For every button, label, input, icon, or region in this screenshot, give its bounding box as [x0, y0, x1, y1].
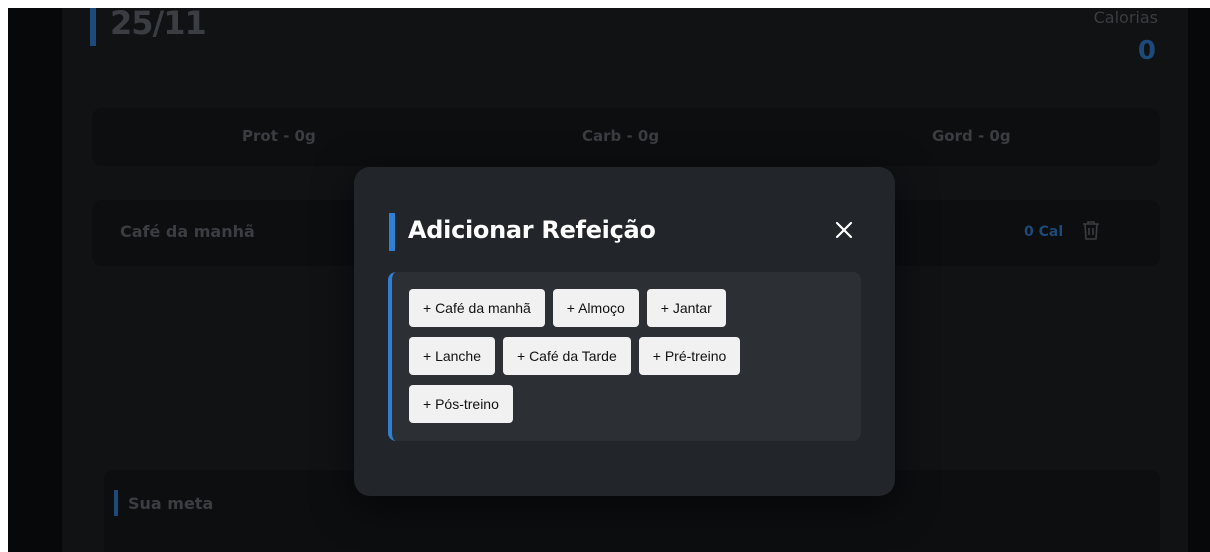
- add-pre-workout-button[interactable]: + Pré-treino: [638, 337, 741, 375]
- add-breakfast-button[interactable]: + Café da manhã: [409, 289, 545, 327]
- meal-options-list: + Café da manhã + Almoço + Jantar + Lanche…: [409, 289, 849, 433]
- add-snack-button[interactable]: + Lanche: [409, 337, 495, 375]
- date-accent-bar: [90, 8, 96, 46]
- date-title: 25/11: [110, 8, 207, 42]
- calories-value: 0: [1137, 36, 1156, 66]
- goal-accent-bar: [114, 490, 118, 516]
- calories-label: Calorias: [1093, 8, 1158, 27]
- add-dinner-button[interactable]: + Jantar: [646, 289, 726, 327]
- add-meal-modal: Adicionar Refeição + Café da manhã + Almo…: [354, 167, 895, 496]
- meal-options-panel: + Café da manhã + Almoço + Jantar + Lanche…: [388, 272, 861, 441]
- modal-title: Adicionar Refeição: [408, 216, 656, 244]
- macros-summary: Prot - 0g Carb - 0g Gord - 0g: [92, 108, 1160, 166]
- add-post-workout-button[interactable]: + Pós-treino: [409, 385, 513, 423]
- modal-accent-bar: [389, 213, 395, 251]
- meal-name: Café da manhã: [120, 222, 255, 241]
- meal-calories: 0 Cal: [1024, 224, 1064, 240]
- protein-total: Prot - 0g: [242, 127, 316, 145]
- goal-title: Sua meta: [128, 494, 214, 513]
- close-icon[interactable]: [831, 217, 857, 243]
- trash-icon[interactable]: [1082, 220, 1100, 240]
- fat-total: Gord - 0g: [932, 127, 1011, 145]
- add-afternoon-coffee-button[interactable]: + Café da Tarde: [503, 337, 631, 375]
- carbs-total: Carb - 0g: [582, 127, 660, 145]
- add-lunch-button[interactable]: + Almoço: [552, 289, 639, 327]
